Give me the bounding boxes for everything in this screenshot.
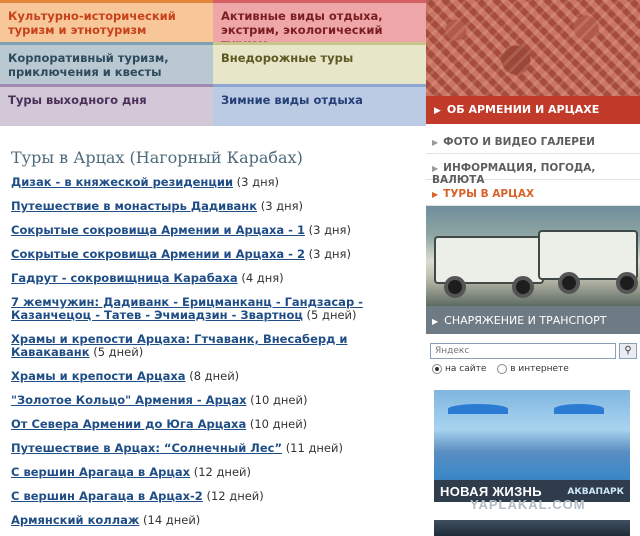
nav-photo-video[interactable]: ▶ ФОТО И ВИДЕО ГАЛЕРЕИ [426,128,640,154]
tour-duration: (4 дня) [241,271,284,285]
nav-tours-artsakh[interactable]: ▶ ТУРЫ В АРЦАХ [426,180,640,206]
list-item: От Севера Армении до Юга Арцаха (10 дней… [11,418,415,431]
category-active-tourism[interactable]: Активные виды отдыха, экстрим, экологиче… [213,0,426,51]
list-item: Сокрытые сокровища Армении и Арцаха - 2 … [11,248,415,261]
tour-duration: (8 дней) [189,369,240,383]
tour-link[interactable]: Путешествие в монастырь Дадиванк [11,199,257,213]
tour-duration: (3 дня) [260,199,304,213]
tour-duration: (3 дня) [308,223,351,237]
carved-stone-banner-image [426,0,640,96]
arrow-right-icon: ▶ [432,164,439,173]
tour-link[interactable]: Путешествие в Арцах: “Солнечный Лес” [11,441,282,455]
arrow-right-icon: ▶ [432,138,439,147]
offroad-jeeps-photo[interactable] [426,206,640,306]
nav-info-weather[interactable]: ▶ ИНФОРМАЦИЯ, ПОГОДА, ВАЛЮТА [426,154,640,186]
ad-subtitle: АКВАПАРК [567,487,624,497]
tour-list: Дизак - в княжеской резиденции (3 дня) П… [11,176,415,527]
tour-duration: (14 дней) [143,513,201,527]
category-corporate-tourism[interactable]: Корпоративный туризм, приключения и квес… [0,42,213,84]
list-item: Армянский коллаж (14 дней) [11,514,415,527]
secondary-ad-banner[interactable] [434,520,630,536]
category-weekend-tours[interactable]: Туры выходного дня [0,84,213,126]
list-item: "Золотое Кольцо" Армения - Арцах (10 дне… [11,394,415,407]
tour-duration: (5 дней) [306,308,357,322]
list-item: Храмы и крепости Арцаха: Гтчаванк, Внеса… [11,333,415,359]
tour-link[interactable]: Дизак - в княжеской резиденции [11,175,233,189]
list-item: Дизак - в княжеской резиденции (3 дня) [11,176,415,189]
tour-duration: (5 дней) [93,345,144,359]
search-icon: ⚲ [624,345,632,356]
list-item: Храмы и крепости Арцаха (8 дней) [11,370,415,383]
sidebar: ▶ ОБ АРМЕНИИ И АРЦАХЕ ▶ ФОТО И ВИДЕО ГАЛЕР… [426,0,640,536]
category-cultural-tourism[interactable]: Культурно-исторический туризм и этнотури… [0,0,213,42]
search-input[interactable] [430,343,616,359]
arrow-right-icon: ▶ [432,190,439,199]
category-winter-activities[interactable]: Зимние виды отдыха [213,84,426,126]
tour-duration: (10 дней) [250,393,308,407]
tour-link[interactable]: Гадрут - сокровищница Карабаха [11,271,238,285]
tour-duration: (12 дней) [206,489,264,503]
arrow-right-icon: ▶ [434,106,441,116]
tour-duration: (3 дня) [308,247,351,261]
list-item: С вершин Арагаца в Арцах-2 (12 дней) [11,490,415,503]
page-title: Туры в Арцах (Нагорный Карабах) [11,148,303,167]
search-scope: на сайте в интернете [432,364,577,375]
waterpark-ad-banner[interactable]: НОВАЯ ЖИЗНЬ АКВАПАРК [434,390,630,502]
tour-link[interactable]: Храмы и крепости Арцаха [11,369,186,383]
main-content: Туры в Арцах (Нагорный Карабах) Дизак - … [0,126,426,536]
category-grid: Культурно-исторический туризм и этнотури… [0,0,426,126]
list-item: Путешествие в Арцах: “Солнечный Лес” (11… [11,442,415,455]
tour-link[interactable]: Сокрытые сокровища Армении и Арцаха - 1 [11,223,305,237]
nav-about-armenia[interactable]: ▶ ОБ АРМЕНИИ И АРЦАХЕ [426,96,640,124]
nav-equipment-transport[interactable]: ▶ СНАРЯЖЕНИЕ И ТРАНСПОРТ [426,306,640,334]
list-item: Сокрытые сокровища Армении и Арцаха - 1 … [11,224,415,237]
tour-duration: (3 дня) [236,175,280,189]
list-item: С вершин Арагаца в Арцах (12 дней) [11,466,415,479]
tour-link[interactable]: С вершин Арагаца в Арцах [11,465,190,479]
watermark: YAPLAKAL.COM [470,497,586,512]
tour-link[interactable]: Армянский коллаж [11,513,139,527]
tour-link[interactable]: С вершин Арагаца в Арцах-2 [11,489,203,503]
list-item: Путешествие в монастырь Дадиванк (3 дня) [11,200,415,213]
tour-link[interactable]: От Севера Армении до Юга Арцаха [11,417,246,431]
tour-duration: (12 дней) [193,465,251,479]
radio-on-site[interactable] [432,364,442,374]
tour-duration: (11 дней) [285,441,343,455]
list-item: 7 жемчужин: Дадиванк - Ерицманканц - Ган… [11,296,415,322]
list-item: Гадрут - сокровищница Карабаха (4 дня) [11,272,415,285]
search-button[interactable]: ⚲ [619,343,637,359]
tour-link[interactable]: "Золотое Кольцо" Армения - Арцах [11,393,247,407]
tour-duration: (10 дней) [249,417,308,431]
tour-link[interactable]: Сокрытые сокровища Армении и Арцаха - 2 [11,247,305,261]
arrow-right-icon: ▶ [432,317,439,326]
category-offroad-tours[interactable]: Внедорожные туры [213,42,426,84]
tour-link[interactable]: Храмы и крепости Арцаха: Гтчаванк, Внеса… [11,332,347,359]
radio-internet[interactable] [497,364,508,374]
